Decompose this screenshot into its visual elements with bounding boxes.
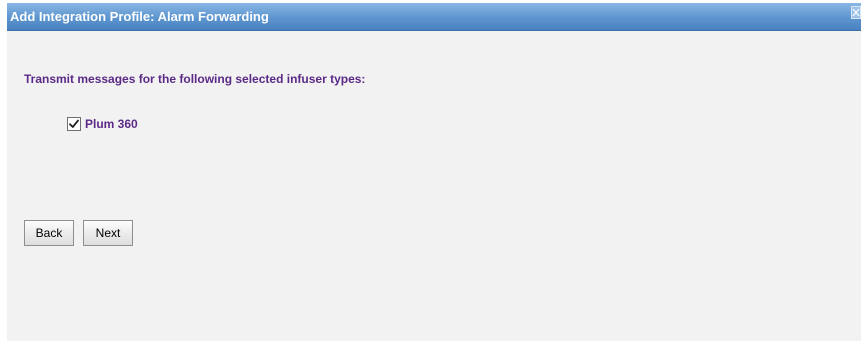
back-button[interactable]: Back <box>24 220 74 246</box>
instruction-text: Transmit messages for the following sele… <box>24 72 366 86</box>
dialog-title-bar: Add Integration Profile: Alarm Forwardin… <box>7 3 861 31</box>
close-icon[interactable] <box>851 6 861 19</box>
dialog-window: Add Integration Profile: Alarm Forwardin… <box>7 3 861 341</box>
dialog-title: Add Integration Profile: Alarm Forwardin… <box>10 9 269 24</box>
option-label: Plum 360 <box>85 117 138 131</box>
option-plum-360[interactable]: Plum 360 <box>67 116 138 132</box>
checkmark-icon <box>69 119 79 128</box>
next-button[interactable]: Next <box>83 220 133 246</box>
dialog-content: Transmit messages for the following sele… <box>7 31 861 341</box>
plum-360-checkbox[interactable] <box>67 117 81 131</box>
